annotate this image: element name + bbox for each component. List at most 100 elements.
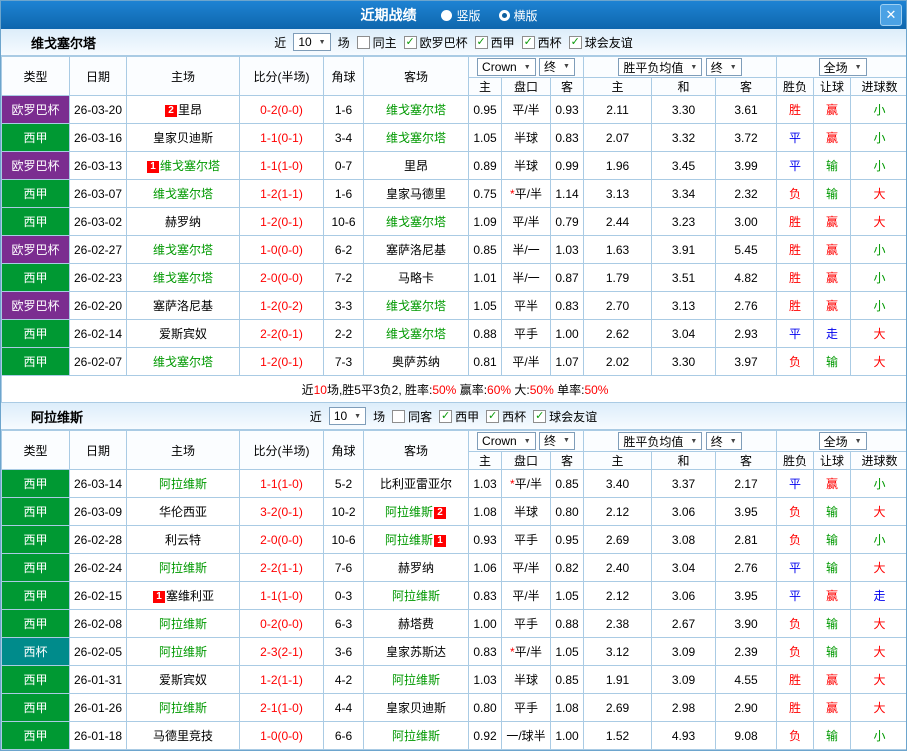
asia-away-odds: 0.85 — [549, 665, 585, 694]
home-team: 1 塞维利亚 — [126, 581, 240, 610]
checkbox-unchecked-icon[interactable] — [392, 409, 406, 423]
match-count-select[interactable]: 10 ▼ — [328, 407, 367, 425]
goals-flag: 大 — [850, 497, 906, 526]
team-name-text: 比利亚雷亚尔 — [379, 477, 452, 491]
asia-home-odds: 0.83 — [468, 637, 502, 666]
checkbox-checked-icon[interactable]: ✓ — [486, 409, 500, 423]
layout-option-label: 横版 — [513, 8, 538, 23]
asia-final-select[interactable]: 终 ▼ — [539, 57, 575, 76]
euro-away-odds: 2.90 — [715, 693, 778, 722]
filter-option[interactable]: ✓ 球会友谊 — [568, 34, 633, 51]
asia-odds-header: Crown ▼ 终 ▼ — [467, 56, 585, 78]
close-button[interactable]: ✕ — [880, 4, 902, 26]
home-team: 阿拉维斯 — [126, 609, 240, 638]
checkbox-checked-icon[interactable]: ✓ — [403, 35, 417, 49]
euro-final-select[interactable]: 终 ▼ — [705, 432, 742, 450]
section-header: 维戈塞尔塔 近 10 ▼ 场同主 ✓ 欧罗巴杯 ✓ 西甲 ✓ 西杯 ✓ 球会友谊 — [1, 29, 906, 56]
bookmaker-select[interactable]: Crown ▼ — [477, 58, 536, 77]
team-name-text: 赫罗纳 — [397, 561, 434, 575]
chevron-down-icon: ▼ — [563, 63, 570, 71]
euro-home-odds: 2.40 — [583, 553, 653, 582]
match-count-value: 10 — [298, 35, 312, 49]
handicap-flag: 赢 — [813, 235, 852, 264]
filter-option[interactable]: ✓ 西甲 — [474, 34, 515, 51]
result-flag: 负 — [776, 347, 815, 376]
result-flag: 胜 — [776, 291, 815, 320]
asia-away-odds: 0.93 — [549, 95, 585, 124]
handicap-flag: 输 — [813, 179, 852, 208]
radio-icon[interactable] — [441, 9, 453, 21]
checkbox-checked-icon[interactable]: ✓ — [568, 35, 582, 49]
euro-home-odds: 2.11 — [583, 95, 653, 124]
match-date: 26-03-14 — [69, 469, 127, 498]
corner-score: 7-6 — [323, 553, 364, 582]
league-badge: 西甲 — [1, 347, 70, 376]
asia-away-odds: 1.03 — [549, 235, 585, 264]
asia-handicap-line: 平手 — [501, 693, 551, 722]
asia-home-odds: 1.08 — [468, 497, 502, 526]
euro-home-odds: 2.70 — [583, 291, 653, 320]
sub-col-asia-away: 客 — [549, 77, 585, 96]
score-fulltime-halftime: 0-2(0-0) — [239, 609, 324, 638]
asia-final-select[interactable]: 终 ▼ — [539, 431, 575, 450]
asia-away-odds: 1.05 — [549, 637, 585, 666]
asia-away-odds: 0.88 — [549, 609, 585, 638]
team-name-text: 阿拉维斯 — [391, 729, 440, 743]
match-row: 西杯 26-02-05 阿拉维斯 2-3(2-1) 3-6 皇家苏斯达 0.83 *平/半 1.… — [1, 637, 906, 666]
euro-metric-select[interactable]: 胜平负均值 ▼ — [618, 58, 703, 76]
asia-handicap-line: 半球 — [501, 665, 551, 694]
bookmaker-select[interactable]: Crown ▼ — [477, 432, 536, 451]
filter-option[interactable]: ✓ 欧罗巴杯 — [403, 34, 468, 51]
away-team: 赫塔费 — [363, 609, 469, 638]
summary-text: 50% — [584, 382, 609, 397]
team-name-text: 马德里竞技 — [152, 729, 213, 743]
filter-option[interactable]: ✓ 西杯 — [521, 34, 562, 51]
team-name-text: 维戈塞尔塔 — [385, 215, 446, 229]
sub-col-result: 胜负 — [776, 451, 815, 470]
match-count-value: 10 — [333, 409, 348, 423]
league-badge: 西甲 — [1, 525, 70, 554]
euro-away-odds: 2.32 — [715, 179, 778, 208]
euro-draw-odds: 3.13 — [651, 291, 717, 320]
team-name-text: 阿拉维斯 — [384, 505, 433, 519]
filter-games-label: 场 — [337, 35, 350, 50]
checkbox-unchecked-icon[interactable] — [356, 35, 370, 49]
filter-option[interactable]: ✓ 西甲 — [439, 408, 479, 425]
line-changed-star: * — [509, 645, 515, 659]
section-away-team: 阿拉维斯 近 10 ▼ 场同客 ✓ 西甲 ✓ 西杯 ✓ 球会友谊 类型 日期 主场 比分(半场) … — [1, 403, 906, 750]
euro-draw-odds: 3.91 — [651, 235, 717, 264]
result-flag: 胜 — [776, 263, 815, 292]
filter-option[interactable]: ✓ 球会友谊 — [533, 408, 597, 425]
radio-selected-icon[interactable] — [498, 9, 510, 21]
sub-col-asia-home: 主 — [468, 451, 502, 470]
red-card-badge: 2 — [434, 507, 446, 519]
checkbox-checked-icon[interactable]: ✓ — [521, 35, 535, 49]
match-count-select[interactable]: 10 ▼ — [293, 33, 331, 51]
scope-select[interactable]: 全场 ▼ — [818, 58, 867, 76]
euro-final-select[interactable]: 终 ▼ — [705, 58, 742, 76]
filter-option[interactable]: ✓ 西杯 — [486, 408, 526, 425]
team-name-text: 阿拉维斯 — [158, 645, 207, 659]
handicap-flag: 赢 — [813, 123, 852, 152]
filter-option[interactable]: 同主 — [356, 34, 397, 51]
euro-metric-select[interactable]: 胜平负均值 ▼ — [618, 432, 703, 450]
corner-score: 6-6 — [323, 721, 364, 750]
filter-option[interactable]: 同客 — [392, 408, 432, 425]
layout-option-vertical[interactable]: 竖版 — [441, 7, 481, 24]
checkbox-checked-icon[interactable]: ✓ — [474, 35, 488, 49]
checkbox-checked-icon[interactable]: ✓ — [533, 409, 547, 423]
checkbox-checked-icon[interactable]: ✓ — [439, 409, 453, 423]
asia-home-odds: 0.95 — [468, 95, 502, 124]
euro-draw-odds: 3.09 — [651, 637, 717, 666]
col-type: 类型 — [1, 430, 70, 470]
scope-select[interactable]: 全场 ▼ — [818, 432, 867, 450]
asia-away-odds: 0.82 — [549, 553, 585, 582]
asia-away-odds: 0.83 — [549, 123, 585, 152]
match-date: 26-01-18 — [69, 721, 127, 750]
euro-home-odds: 2.12 — [583, 581, 653, 610]
layout-option-horizontal[interactable]: 横版 — [498, 7, 538, 24]
goals-flag: 大 — [850, 179, 906, 208]
col-date: 日期 — [69, 56, 127, 96]
asia-away-odds: 0.87 — [549, 263, 585, 292]
result-flag: 负 — [776, 721, 815, 750]
